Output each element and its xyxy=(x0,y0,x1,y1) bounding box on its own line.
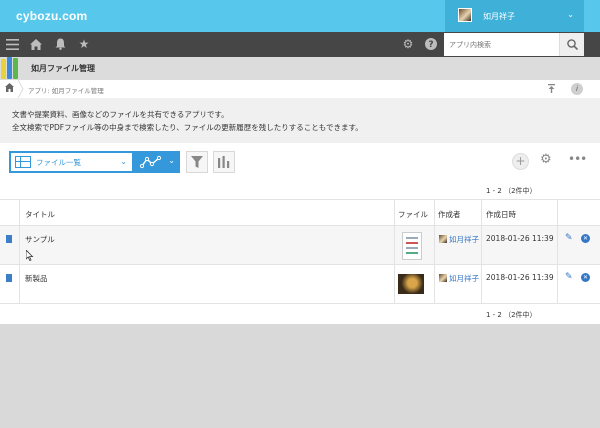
avatar xyxy=(458,8,472,22)
user-menu[interactable]: 如月祥子 ⌄ xyxy=(445,0,584,32)
column-header-file[interactable]: ファイル xyxy=(398,209,428,220)
description-line: 文書や提案資料、画像などのファイルを共有できるアプリです。 xyxy=(12,110,229,119)
bell-icon[interactable] xyxy=(51,32,69,57)
svg-text:?: ? xyxy=(428,40,433,50)
app-title: 如月ファイル管理 xyxy=(31,64,95,73)
filter-button[interactable] xyxy=(186,151,208,173)
gear-icon[interactable]: ⚙ xyxy=(399,32,417,57)
filter-icon xyxy=(191,156,203,168)
record-detail-icon[interactable] xyxy=(6,274,12,282)
table-header-row: タイトル ファイル 作成者 作成日時 xyxy=(0,199,600,226)
app-settings-gear-icon[interactable]: ⚙ xyxy=(540,152,552,167)
cybozu-logo[interactable]: cybozu.com xyxy=(16,9,87,23)
pencil-icon[interactable]: ✎ xyxy=(565,233,573,243)
pencil-icon[interactable]: ✎ xyxy=(565,272,573,282)
record-title: サンプル xyxy=(25,235,55,244)
star-icon[interactable]: ★ xyxy=(75,32,93,57)
table-row: 新製品 如月祥子 2018-01-26 11:39 ✎ ✕ xyxy=(0,265,600,304)
mouse-cursor-icon xyxy=(25,249,34,264)
chevron-down-icon: ⌄ xyxy=(168,156,175,165)
home-icon[interactable] xyxy=(5,83,14,95)
view-selected-label: ファイル一覧 xyxy=(36,158,81,167)
view-selector[interactable]: ファイル一覧 ⌄ xyxy=(9,151,134,173)
more-options-icon[interactable]: ••• xyxy=(568,152,587,166)
file-thumbnail[interactable] xyxy=(402,232,422,260)
user-name: 如月祥子 xyxy=(483,12,515,21)
creator-name[interactable]: 如月祥子 xyxy=(449,274,479,283)
column-divider xyxy=(557,199,558,304)
pin-icon[interactable] xyxy=(548,84,555,95)
table-view-icon xyxy=(15,156,31,168)
breadcrumb-app-link[interactable]: アプリ: 如月ファイル管理 xyxy=(28,85,104,95)
avatar xyxy=(439,274,447,282)
column-header-title[interactable]: タイトル xyxy=(25,209,55,220)
column-header-creator[interactable]: 作成者 xyxy=(438,209,461,220)
creator-link[interactable]: 如月祥子 xyxy=(439,273,479,284)
app-description: 文書や提案資料、画像などのファイルを共有できるアプリです。 全文検索でPDFファ… xyxy=(0,98,600,143)
creator-name[interactable]: 如月祥子 xyxy=(449,235,479,244)
binder-app-icon xyxy=(0,57,22,82)
help-icon[interactable]: ? xyxy=(422,32,440,57)
info-icon[interactable]: i xyxy=(571,83,583,95)
add-record-button[interactable]: + xyxy=(512,153,529,170)
breadcrumb: アプリ: 如月ファイル管理 i xyxy=(0,80,600,98)
line-graph-icon xyxy=(140,155,162,169)
record-title: 新製品 xyxy=(25,274,48,283)
pager-bottom: 1 - 2 （2件中） xyxy=(486,311,537,319)
file-thumbnail[interactable] xyxy=(398,274,424,294)
graph-button[interactable]: ⌄ xyxy=(134,151,180,173)
menu-icon[interactable] xyxy=(3,32,21,57)
record-detail-icon[interactable] xyxy=(6,235,12,243)
column-divider xyxy=(481,199,482,304)
pager-top: 1 - 2 （2件中） xyxy=(486,187,537,195)
app-search xyxy=(444,33,584,56)
table-row: サンプル 如月祥子 2018-01-26 11:39 ✎ ✕ xyxy=(0,226,600,265)
avatar xyxy=(439,235,447,243)
bar-chart-icon xyxy=(218,156,230,168)
delete-icon[interactable]: ✕ xyxy=(581,273,590,282)
search-icon[interactable] xyxy=(559,33,584,56)
created-datetime: 2018-01-26 11:39 xyxy=(486,273,554,282)
chevron-down-icon: ⌄ xyxy=(120,157,127,166)
search-input[interactable] xyxy=(444,33,559,56)
delete-icon[interactable]: ✕ xyxy=(581,234,590,243)
column-divider xyxy=(394,199,395,304)
column-divider xyxy=(434,199,435,304)
creator-link[interactable]: 如月祥子 xyxy=(439,234,479,245)
description-line: 全文検索でPDFファイル等の中身まで検索したり、ファイルの更新履歴を残したりする… xyxy=(12,123,363,132)
column-divider xyxy=(19,199,20,304)
chevron-down-icon: ⌄ xyxy=(567,10,574,19)
created-datetime: 2018-01-26 11:39 xyxy=(486,234,554,243)
breadcrumb-separator xyxy=(18,80,24,98)
summary-button[interactable] xyxy=(213,151,235,173)
column-header-created[interactable]: 作成日時 xyxy=(486,209,516,220)
home-icon[interactable] xyxy=(27,32,45,57)
